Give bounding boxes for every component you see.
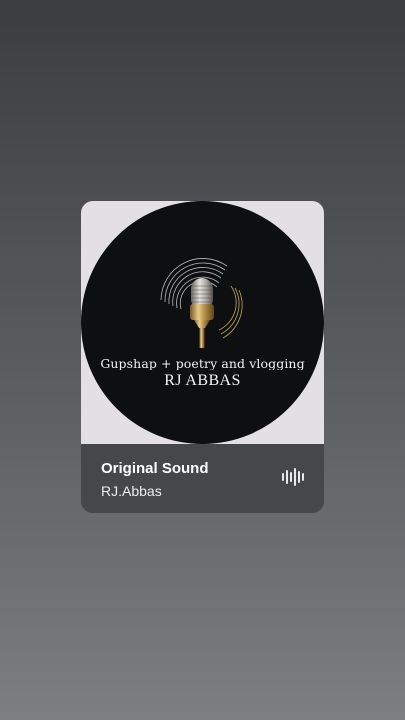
sound-artist[interactable]: RJ.Abbas bbox=[101, 483, 162, 499]
artwork-disc: Gupshap + poetry and vlogging RJ ABBAS bbox=[81, 201, 324, 444]
sound-artwork[interactable]: Gupshap + poetry and vlogging RJ ABBAS bbox=[81, 201, 324, 444]
sound-wave-icon[interactable] bbox=[281, 468, 305, 486]
original-sound-card[interactable]: Gupshap + poetry and vlogging RJ ABBAS O… bbox=[81, 201, 324, 513]
artwork-tagline: Gupshap + poetry and vlogging bbox=[100, 356, 305, 370]
sound-title: Original Sound bbox=[101, 460, 209, 477]
sound-info: Original Sound RJ.Abbas bbox=[81, 444, 324, 513]
microphone-icon bbox=[160, 258, 243, 348]
screen: { "sound_card": { "artwork": { "tagline"… bbox=[0, 0, 405, 720]
artwork-brand: RJ ABBAS bbox=[164, 372, 241, 389]
